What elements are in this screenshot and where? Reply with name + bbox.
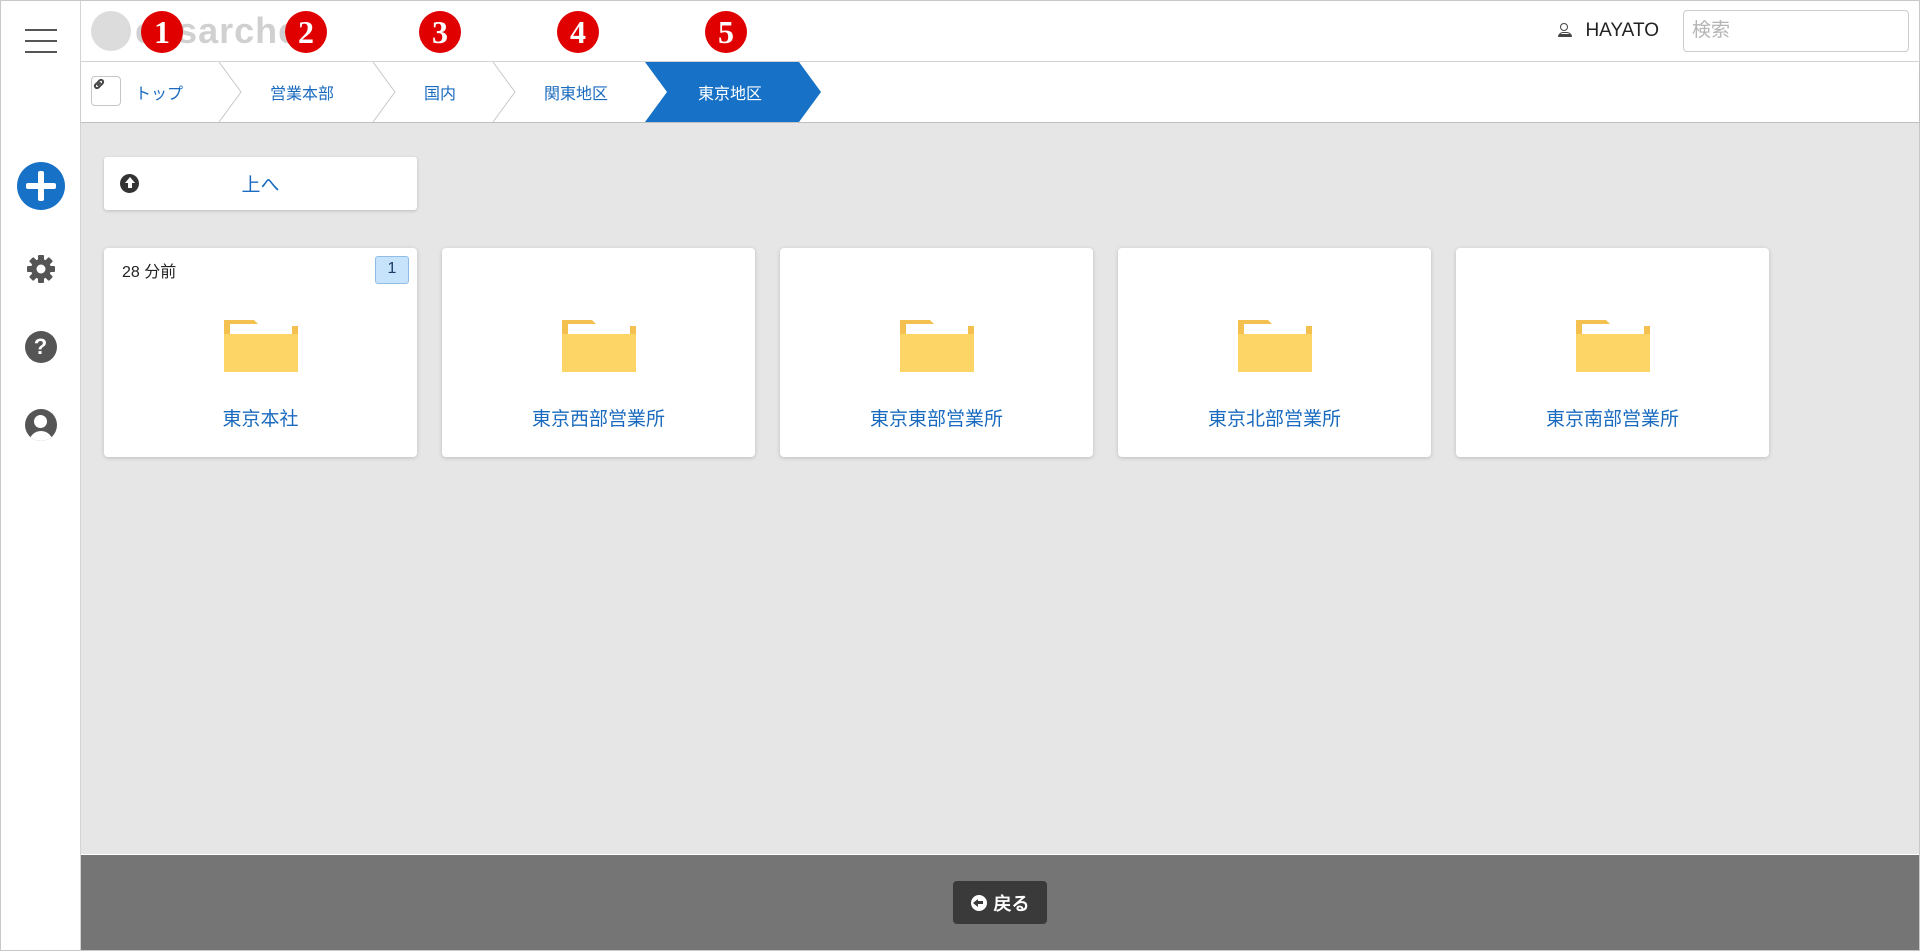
link-icon[interactable] [91,76,121,106]
user-menu[interactable]: HAYATO [1557,1,1659,61]
folder-card[interactable]: 東京南部営業所 [1456,248,1769,457]
breadcrumb-item-sales-hq[interactable]: 営業本部 [270,62,334,122]
logo-bird-icon [91,11,131,51]
updated-time: 28 分前 [122,264,177,281]
folder-icon [1237,320,1312,372]
annotation-marker-5: 5 [705,11,747,53]
breadcrumb-shapes [218,62,821,122]
folder-name: 東京東部営業所 [869,408,1003,430]
folder-name: 東京南部営業所 [1545,408,1679,430]
app-logo[interactable]: easarcher [91,9,314,53]
up-button[interactable]: 上へ [104,157,417,210]
annotation-marker-2: 2 [285,11,327,53]
breadcrumb: トップ 営業本部 国内 関東地区 東京地区 [81,62,1919,123]
annotation-marker-1: 1 [141,11,183,53]
breadcrumb-separator [492,62,516,122]
folder-card[interactable]: 東京西部営業所 [442,248,755,457]
folder-icon [561,320,636,372]
top-header: easarcher 1 2 3 4 5 HAYATO [81,1,1919,62]
main-content: 上へ 28 分前 1 東京本社 東京西部営業所 東京東部営業所 東京北部営業所 … [81,123,1919,854]
breadcrumb-item-top[interactable]: トップ [135,62,183,122]
plus-circle-icon[interactable] [16,162,65,210]
annotation-marker-3: 3 [419,11,461,53]
folder-card[interactable]: 東京北部営業所 [1118,248,1431,457]
arrow-left-circle-icon [970,894,987,911]
user-circle-icon[interactable] [24,409,57,441]
folder-icon [223,320,298,372]
folder-icon [899,320,974,372]
back-button-label: 戻る [993,893,1030,915]
folder-name: 東京西部営業所 [531,408,665,430]
up-button-label: 上へ [241,174,280,196]
hamburger-icon[interactable] [24,29,57,53]
breadcrumb-separator [372,62,396,122]
person-icon [1557,23,1573,39]
folder-card[interactable]: 東京東部営業所 [780,248,1093,457]
gear-icon[interactable] [25,253,57,285]
breadcrumb-item-kanto[interactable]: 関東地区 [544,62,608,122]
folder-name: 東京本社 [222,408,299,430]
username-label: HAYATO [1585,20,1659,41]
footer-bar: 戻る [81,855,1919,950]
question-icon[interactable]: ? [24,331,57,363]
breadcrumb-item-domestic[interactable]: 国内 [424,62,456,122]
breadcrumb-separator [218,62,242,122]
item-count-badge: 1 [375,256,409,284]
folder-name: 東京北部営業所 [1207,408,1341,430]
breadcrumb-item-tokyo[interactable]: 東京地区 [698,62,762,122]
side-rail: ? [1,1,81,950]
folder-card[interactable]: 28 分前 1 東京本社 [104,248,417,457]
back-button[interactable]: 戻る [953,881,1047,924]
search-input[interactable] [1683,10,1909,52]
annotation-marker-4: 4 [557,11,599,53]
folder-icon [1575,320,1650,372]
